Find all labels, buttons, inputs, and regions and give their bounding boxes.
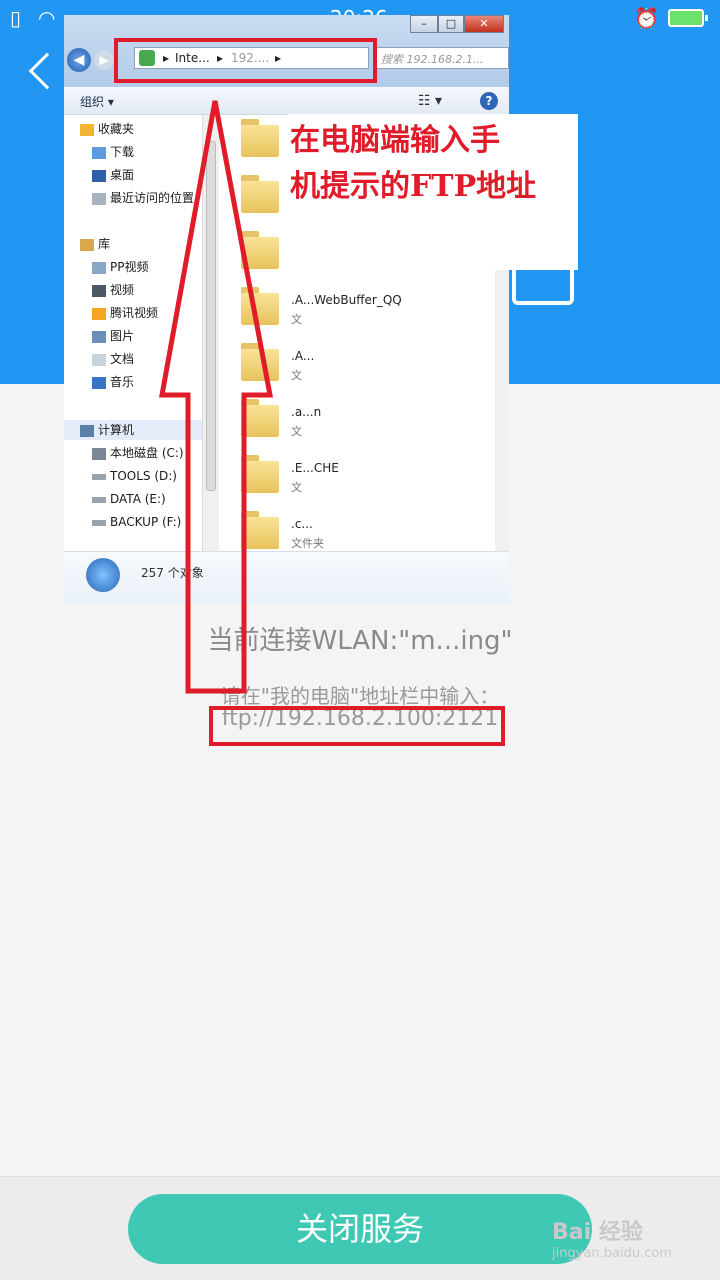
search-input[interactable]: 搜索 192.168.2.1... bbox=[374, 47, 509, 69]
nav-favorites[interactable]: 收藏夹 bbox=[80, 119, 134, 139]
tencent-video-icon bbox=[92, 307, 106, 320]
nav-item-video[interactable]: 视频 bbox=[92, 280, 134, 300]
file-name[interactable]: .E...CHE bbox=[291, 461, 339, 475]
file-name[interactable]: .c... bbox=[291, 517, 313, 531]
file-type: 文 bbox=[291, 481, 302, 494]
drive-icon bbox=[92, 473, 106, 480]
file-name[interactable]: .A... bbox=[291, 349, 314, 363]
music-icon bbox=[92, 376, 106, 389]
sim-icon: ▯ bbox=[10, 6, 22, 30]
nav-item-pp-video[interactable]: PP视频 bbox=[92, 257, 148, 277]
document-icon bbox=[92, 353, 106, 366]
file-type: 文件夹 bbox=[291, 537, 324, 550]
drive-icon bbox=[92, 519, 106, 526]
star-icon bbox=[80, 123, 94, 136]
wifi-icon: ◠ bbox=[38, 6, 56, 30]
nav-forward-button[interactable]: ▶ bbox=[94, 50, 114, 70]
nav-item-documents[interactable]: 文档 bbox=[92, 349, 134, 369]
recent-places-icon bbox=[92, 192, 106, 205]
picture-icon bbox=[92, 330, 106, 343]
nav-item-downloads[interactable]: 下载 bbox=[92, 142, 134, 162]
film-icon bbox=[92, 284, 106, 297]
annotation-line-1: 在电脑端输入手 bbox=[290, 123, 500, 158]
minimize-button[interactable]: – bbox=[410, 15, 438, 33]
file-type: 文 bbox=[291, 313, 302, 326]
view-options-icon[interactable]: ☷ ▾ bbox=[418, 93, 442, 109]
battery-icon bbox=[668, 9, 708, 27]
nav-back-button[interactable]: ◀ bbox=[67, 48, 91, 72]
close-window-button[interactable]: ✕ bbox=[464, 15, 504, 33]
library-icon bbox=[80, 238, 94, 251]
organize-button[interactable]: 组织 ▾ bbox=[80, 93, 114, 110]
up-arrow-annotation bbox=[159, 100, 274, 694]
help-icon[interactable]: ? bbox=[480, 92, 498, 110]
explorer-toolbar: 组织 ▾ ☷ ▾ ? bbox=[64, 87, 509, 115]
baidu-watermark-url: jingyan.baidu.com bbox=[552, 1246, 672, 1261]
annotation-text: 在电脑端输入手 机提示的FTP地址 bbox=[290, 118, 574, 210]
address-highlight-box bbox=[114, 38, 377, 83]
nav-item-music[interactable]: 音乐 bbox=[92, 372, 134, 392]
close-service-button[interactable]: 关闭服务 bbox=[128, 1194, 592, 1264]
instruction-text: 请在"我的电脑"地址栏中输入： bbox=[220, 684, 500, 708]
file-name[interactable]: .A...WebBuffer_QQ bbox=[291, 293, 402, 307]
computer-icon bbox=[80, 424, 94, 437]
ftp-highlight-box bbox=[209, 706, 505, 746]
nav-library[interactable]: 库 bbox=[80, 234, 110, 254]
baidu-watermark: Bai 经验 bbox=[552, 1220, 643, 1245]
nav-computer[interactable]: 计算机 bbox=[80, 420, 134, 440]
maximize-button[interactable]: □ bbox=[438, 15, 464, 33]
file-type: 文 bbox=[291, 369, 302, 382]
nav-item-desktop[interactable]: 桌面 bbox=[92, 165, 134, 185]
nav-item-tencent-video[interactable]: 腾讯视频 bbox=[92, 303, 158, 323]
file-name[interactable]: .a...n bbox=[291, 405, 321, 419]
drive-icon bbox=[92, 447, 106, 460]
network-folder-icon bbox=[86, 558, 120, 592]
annotation-line-2: 机提示的FTP地址 bbox=[290, 169, 537, 204]
file-type: 文 bbox=[291, 425, 302, 438]
wlan-status-text: 当前连接WLAN:"m...ing" bbox=[207, 626, 513, 656]
download-folder-icon bbox=[92, 146, 106, 159]
up-arrow-shape bbox=[159, 100, 274, 694]
explorer-window: – □ ✕ ◀ ▶ ▸ Inte... ▸ 192.... ▸ ▾ ⇆ 搜索 1… bbox=[64, 15, 509, 603]
drive-icon bbox=[92, 496, 106, 503]
alarm-icon: ⏰ bbox=[634, 6, 659, 30]
nav-item-pictures[interactable]: 图片 bbox=[92, 326, 134, 346]
video-library-icon bbox=[92, 261, 106, 274]
details-pane: 257 个对象 bbox=[64, 551, 509, 603]
desktop-icon bbox=[92, 169, 106, 182]
